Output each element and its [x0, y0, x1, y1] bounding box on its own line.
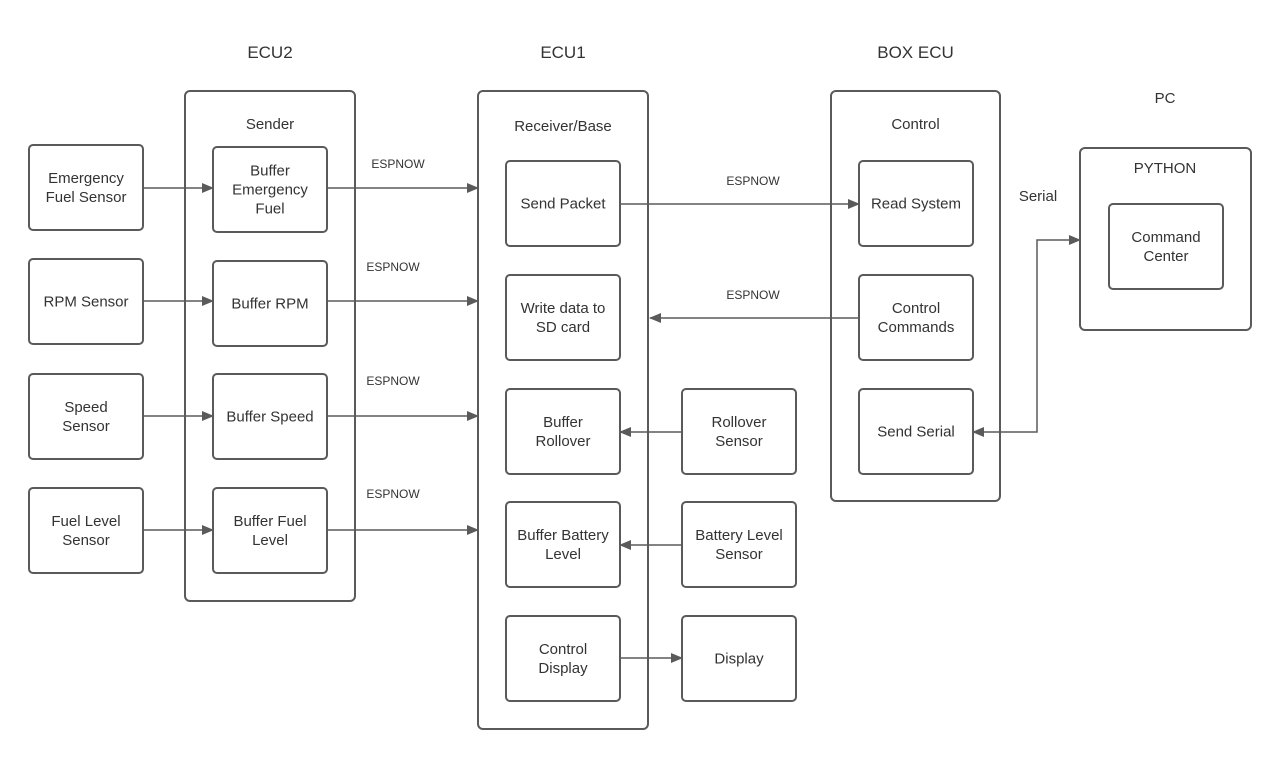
emergency-fuel-sensor-node[interactable]: [28, 144, 144, 231]
fuel-level-sensor-label: Fuel Level: [51, 513, 120, 530]
buffer-emergency-fuel-label: Fuel: [255, 201, 284, 218]
buffer-battery-node[interactable]: [505, 501, 621, 588]
fuel-level-sensor-node[interactable]: [28, 487, 144, 574]
python-title: PYTHON: [1134, 160, 1197, 177]
write-sd-label: Write data to: [521, 300, 606, 317]
control-display-node[interactable]: [505, 615, 621, 702]
fuel-level-sensor-label: Sensor: [62, 532, 110, 549]
box-ecu-subtitle: Control: [891, 116, 939, 133]
battery-sensor-label: Battery Level: [695, 527, 783, 544]
ecu2-subtitle: Sender: [246, 116, 294, 133]
emergency-fuel-sensor-label: Fuel Sensor: [46, 189, 127, 206]
control-commands-label: Control: [892, 300, 940, 317]
speed-sensor-label: Speed: [64, 399, 107, 416]
control-commands-label: Commands: [878, 319, 955, 336]
ecu1-subtitle: Receiver/Base: [514, 118, 612, 135]
espnow-label: ESPNOW: [366, 374, 420, 388]
write-sd-node[interactable]: [505, 274, 621, 361]
rollover-sensor-label: Sensor: [715, 433, 763, 450]
read-system-label: Read System: [871, 196, 961, 213]
espnow-label: ESPNOW: [726, 174, 780, 188]
espnow-label: ESPNOW: [366, 487, 420, 501]
display-label: Display: [714, 651, 764, 668]
battery-sensor-label: Sensor: [715, 546, 763, 563]
buffer-rollover-node[interactable]: [505, 388, 621, 475]
send-serial-label: Send Serial: [877, 424, 955, 441]
buffer-battery-label: Level: [545, 546, 581, 563]
buffer-fuel-level-label: Buffer Fuel: [233, 513, 306, 530]
espnow-label: ESPNOW: [366, 260, 420, 274]
ecu1-title: ECU1: [540, 43, 585, 62]
control-display-label: Control: [539, 641, 587, 658]
battery-sensor-node[interactable]: [681, 501, 797, 588]
buffer-rollover-label: Rollover: [535, 433, 590, 450]
rollover-sensor-label: Rollover: [711, 414, 766, 431]
emergency-fuel-sensor-label: Emergency: [48, 170, 124, 187]
espnow-label: ESPNOW: [371, 157, 425, 171]
buffer-battery-label: Buffer Battery: [517, 527, 609, 544]
rollover-sensor-node[interactable]: [681, 388, 797, 475]
command-center-label: Command: [1131, 229, 1200, 246]
buffer-emergency-fuel-label: Buffer: [250, 163, 290, 180]
write-sd-label: SD card: [536, 319, 590, 336]
speed-sensor-node[interactable]: [28, 373, 144, 460]
box-ecu-title: BOX ECU: [877, 43, 954, 62]
pc-title: PC: [1155, 90, 1176, 107]
control-commands-node[interactable]: [858, 274, 974, 361]
command-center-node[interactable]: [1108, 203, 1224, 290]
buffer-rpm-label: Buffer RPM: [231, 296, 308, 313]
buffer-fuel-level-label: Level: [252, 532, 288, 549]
system-diagram: ECU2 Sender ECU1 Receiver/Base BOX ECU Contro…: [28, 43, 1252, 730]
espnow-label: ESPNOW: [726, 288, 780, 302]
send-packet-label: Send Packet: [520, 196, 606, 213]
control-display-label: Display: [538, 660, 588, 677]
speed-sensor-label: Sensor: [62, 418, 110, 435]
buffer-speed-label: Buffer Speed: [226, 409, 313, 426]
ecu2-title: ECU2: [247, 43, 292, 62]
rpm-sensor-label: RPM Sensor: [43, 294, 128, 311]
serial-label: Serial: [1019, 188, 1057, 205]
buffer-rollover-label: Buffer: [543, 414, 583, 431]
command-center-label: Center: [1143, 248, 1188, 265]
buffer-fuel-level-node[interactable]: [212, 487, 328, 574]
buffer-emergency-fuel-label: Emergency: [232, 182, 308, 199]
